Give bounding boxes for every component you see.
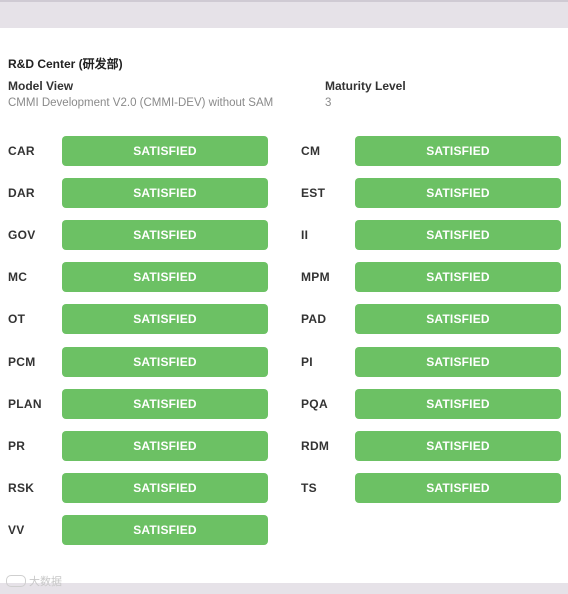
practice-area-row-rdm: RDM SATISFIED: [301, 431, 561, 461]
practice-area-row-mpm: MPM SATISFIED: [301, 262, 561, 292]
status-button-pcm[interactable]: SATISFIED: [62, 347, 268, 377]
status-button-vv[interactable]: SATISFIED: [62, 515, 268, 545]
status-button-dar[interactable]: SATISFIED: [62, 178, 268, 208]
status-button-mc[interactable]: SATISFIED: [62, 262, 268, 292]
practice-area-code: EST: [301, 186, 326, 200]
watermark: 大数据: [6, 573, 62, 589]
practice-area-row-ts: TS SATISFIED: [301, 473, 561, 503]
practice-area-code: RSK: [8, 481, 35, 495]
status-button-pr[interactable]: SATISFIED: [62, 431, 268, 461]
practice-area-code: PLAN: [8, 397, 42, 411]
status-button-cm[interactable]: SATISFIED: [355, 136, 561, 166]
bottom-strip: [0, 583, 568, 594]
practice-area-code: CM: [301, 144, 321, 158]
practice-area-code: GOV: [8, 228, 36, 242]
practice-area-row-rsk: RSK SATISFIED: [8, 473, 268, 503]
practice-area-code: CAR: [8, 144, 35, 158]
maturity-level-label: Maturity Level: [325, 79, 406, 93]
status-button-pqa[interactable]: SATISFIED: [355, 389, 561, 419]
practice-area-row-est: EST SATISFIED: [301, 178, 561, 208]
practice-area-row-car: CAR SATISFIED: [8, 136, 268, 166]
status-button-rdm[interactable]: SATISFIED: [355, 431, 561, 461]
org-title: R&D Center (研发部): [8, 57, 123, 71]
practice-area-code: PQA: [301, 397, 328, 411]
practice-area-row-cm: CM SATISFIED: [301, 136, 561, 166]
practice-area-code: DAR: [8, 186, 35, 200]
practice-area-code: PR: [8, 439, 26, 453]
practice-area-row-dar: DAR SATISFIED: [8, 178, 268, 208]
practice-area-code: VV: [8, 523, 25, 537]
status-button-car[interactable]: SATISFIED: [62, 136, 268, 166]
status-button-mpm[interactable]: SATISFIED: [355, 262, 561, 292]
practice-area-row-pad: PAD SATISFIED: [301, 304, 561, 334]
practice-area-code: MPM: [301, 270, 330, 284]
practice-area-row-mc: MC SATISFIED: [8, 262, 268, 292]
model-view-label: Model View: [8, 79, 74, 93]
status-button-est[interactable]: SATISFIED: [355, 178, 561, 208]
status-button-ot[interactable]: SATISFIED: [62, 304, 268, 334]
appraisal-card: R&D Center (研发部) Model View CMMI Develop…: [0, 28, 568, 583]
practice-area-code: MC: [8, 270, 28, 284]
status-button-pad[interactable]: SATISFIED: [355, 304, 561, 334]
practice-area-row-vv: VV SATISFIED: [8, 515, 268, 545]
practice-area-row-pi: PI SATISFIED: [301, 347, 561, 377]
practice-area-code: PI: [301, 355, 313, 369]
status-button-gov[interactable]: SATISFIED: [62, 220, 268, 250]
model-view-value: CMMI Development V2.0 (CMMI-DEV) without…: [8, 97, 274, 109]
status-button-ts[interactable]: SATISFIED: [355, 473, 561, 503]
status-button-ii[interactable]: SATISFIED: [355, 220, 561, 250]
practice-area-code: PCM: [8, 355, 36, 369]
practice-area-code: TS: [301, 481, 317, 495]
status-button-pi[interactable]: SATISFIED: [355, 347, 561, 377]
watermark-logo-icon: [6, 575, 26, 588]
practice-area-code: RDM: [301, 439, 330, 453]
practice-area-row-pcm: PCM SATISFIED: [8, 347, 268, 377]
status-button-plan[interactable]: SATISFIED: [62, 389, 268, 419]
practice-area-code: OT: [8, 312, 26, 326]
top-strip: [0, 0, 568, 28]
watermark-text: 大数据: [29, 576, 62, 588]
practice-area-row-ii: II SATISFIED: [301, 220, 561, 250]
practice-area-row-gov: GOV SATISFIED: [8, 220, 268, 250]
practice-area-row-pqa: PQA SATISFIED: [301, 389, 561, 419]
status-button-rsk[interactable]: SATISFIED: [62, 473, 268, 503]
practice-area-row-ot: OT SATISFIED: [8, 304, 268, 334]
maturity-level-value: 3: [325, 97, 332, 109]
practice-area-code: II: [301, 228, 309, 242]
practice-area-row-pr: PR SATISFIED: [8, 431, 268, 461]
practice-area-code: PAD: [301, 312, 327, 326]
practice-area-row-plan: PLAN SATISFIED: [8, 389, 268, 419]
